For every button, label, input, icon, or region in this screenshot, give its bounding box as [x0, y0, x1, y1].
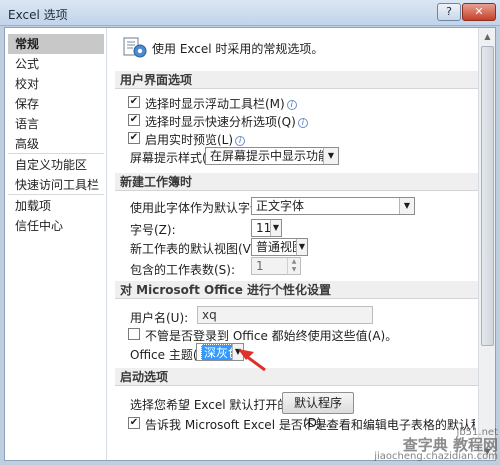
window-title: Excel 选项 [8, 8, 68, 22]
font-size-value: 11 [256, 221, 272, 235]
username-input[interactable]: xq [197, 306, 373, 324]
mini-toolbar-label: 选择时显示浮动工具栏(M) [145, 97, 285, 111]
live-preview-label: 启用实时预览(L) [145, 133, 234, 147]
mini-toolbar-option: 选择时显示浮动工具栏(M) i [145, 95, 297, 112]
sidebar-item-proofing[interactable]: 校对 [8, 74, 104, 94]
font-size-select[interactable]: 11 ▼ [251, 219, 282, 237]
always-use-checkbox[interactable] [128, 328, 140, 340]
help-button[interactable]: ? [437, 3, 461, 21]
dialog-frame: 常规 公式 校对 保存 语言 高级 自定义功能区 快速访问工具栏 加载项 信任中… [4, 27, 496, 461]
default-programs-button[interactable]: 默认程序(D)... [282, 392, 354, 430]
vertical-scrollbar[interactable]: ▲ ▼ [478, 28, 495, 460]
close-button[interactable]: ✕ [462, 3, 496, 21]
chevron-down-icon: ▼ [232, 344, 243, 360]
sidebar-item-save[interactable]: 保存 [8, 94, 104, 114]
section-new-workbook: 新建工作簿时 [115, 173, 478, 191]
sidebar-item-quick-access-toolbar[interactable]: 快速访问工具栏 [8, 175, 104, 195]
font-size-label: 字号(Z): [130, 223, 176, 237]
watermark: jb51.net 查字典 教程网 jiaocheng.chazidian.com [374, 427, 498, 463]
scroll-up-icon[interactable]: ▲ [480, 29, 495, 44]
sidebar-divider [8, 194, 104, 195]
username-label: 用户名(U): [130, 311, 189, 325]
live-preview-option: 启用实时预览(L) i [145, 131, 246, 148]
default-font-select[interactable]: 正文字体 ▼ [251, 197, 415, 215]
section-startup: 启动选项 [115, 368, 478, 386]
sheet-count-value: 1 [256, 259, 264, 273]
mini-toolbar-checkbox[interactable]: ✔ [128, 96, 140, 108]
chevron-down-icon: ▼ [323, 148, 338, 164]
section-personalize: 对 Microsoft Office 进行个性化设置 [115, 281, 478, 299]
chevron-down-icon: ▼ [399, 198, 414, 214]
screentip-value: 在屏幕提示中显示功能说明 [210, 149, 330, 163]
default-view-label: 新工作表的默认视图(V): [130, 242, 260, 256]
title-bar: Excel 选项 ? ✕ [0, 0, 500, 26]
settings-icon [123, 37, 147, 58]
quick-analysis-label: 选择时显示快速分析选项(Q) [145, 115, 296, 129]
page-header: 使用 Excel 时采用的常规选项。 [152, 42, 324, 56]
info-icon: i [235, 136, 246, 146]
sidebar-item-formulas[interactable]: 公式 [8, 54, 104, 74]
sidebar-divider [8, 153, 104, 154]
sidebar: 常规 公式 校对 保存 语言 高级 自定义功能区 快速访问工具栏 加载项 信任中… [5, 28, 107, 460]
quick-analysis-checkbox[interactable]: ✔ [128, 114, 140, 126]
tell-me-checkbox[interactable]: ✔ [128, 417, 140, 429]
chevron-down-icon: ▼ [296, 239, 307, 255]
options-panel: 使用 Excel 时采用的常规选项。 用户界面选项 ✔ 选择时显示浮动工具栏(M… [108, 28, 495, 460]
help-icon: ? [446, 5, 452, 18]
default-font-value: 正文字体 [256, 199, 305, 213]
screentip-select[interactable]: 在屏幕提示中显示功能说明 ▼ [205, 147, 339, 165]
live-preview-checkbox[interactable]: ✔ [128, 132, 140, 144]
sidebar-item-advanced[interactable]: 高级 [8, 134, 104, 154]
quick-analysis-option: 选择时显示快速分析选项(Q) i [145, 113, 308, 130]
sidebar-item-add-ins[interactable]: 加载项 [8, 196, 104, 216]
spinner-arrows-icon[interactable]: ▲ ▼ [287, 258, 300, 274]
sheet-count-stepper[interactable]: 1 ▲ ▼ [251, 257, 301, 275]
sidebar-item-customize-ribbon[interactable]: 自定义功能区 [8, 155, 104, 175]
info-icon: i [286, 100, 297, 110]
watermark-brand: 查字典 教程网 [402, 436, 498, 454]
always-use-label: 不管是否登录到 Office 都始终使用这些值(A)。 [145, 329, 398, 343]
scrollbar-thumb[interactable] [481, 46, 494, 346]
section-ui-options: 用户界面选项 [115, 71, 478, 89]
sidebar-item-general[interactable]: 常规 [8, 34, 104, 54]
default-view-select[interactable]: 普通视图 ▼ [251, 238, 308, 256]
sidebar-item-language[interactable]: 语言 [8, 114, 104, 134]
close-icon: ✕ [474, 5, 484, 18]
theme-select[interactable]: 深灰色 ▼ [196, 343, 244, 361]
watermark-url: jiaocheng.chazidian.com [374, 451, 498, 462]
chevron-down-icon: ▼ [270, 220, 281, 236]
sidebar-item-trust-center[interactable]: 信任中心 [8, 216, 104, 236]
sheet-count-label: 包含的工作表数(S): [130, 263, 236, 277]
info-icon: i [297, 118, 308, 128]
